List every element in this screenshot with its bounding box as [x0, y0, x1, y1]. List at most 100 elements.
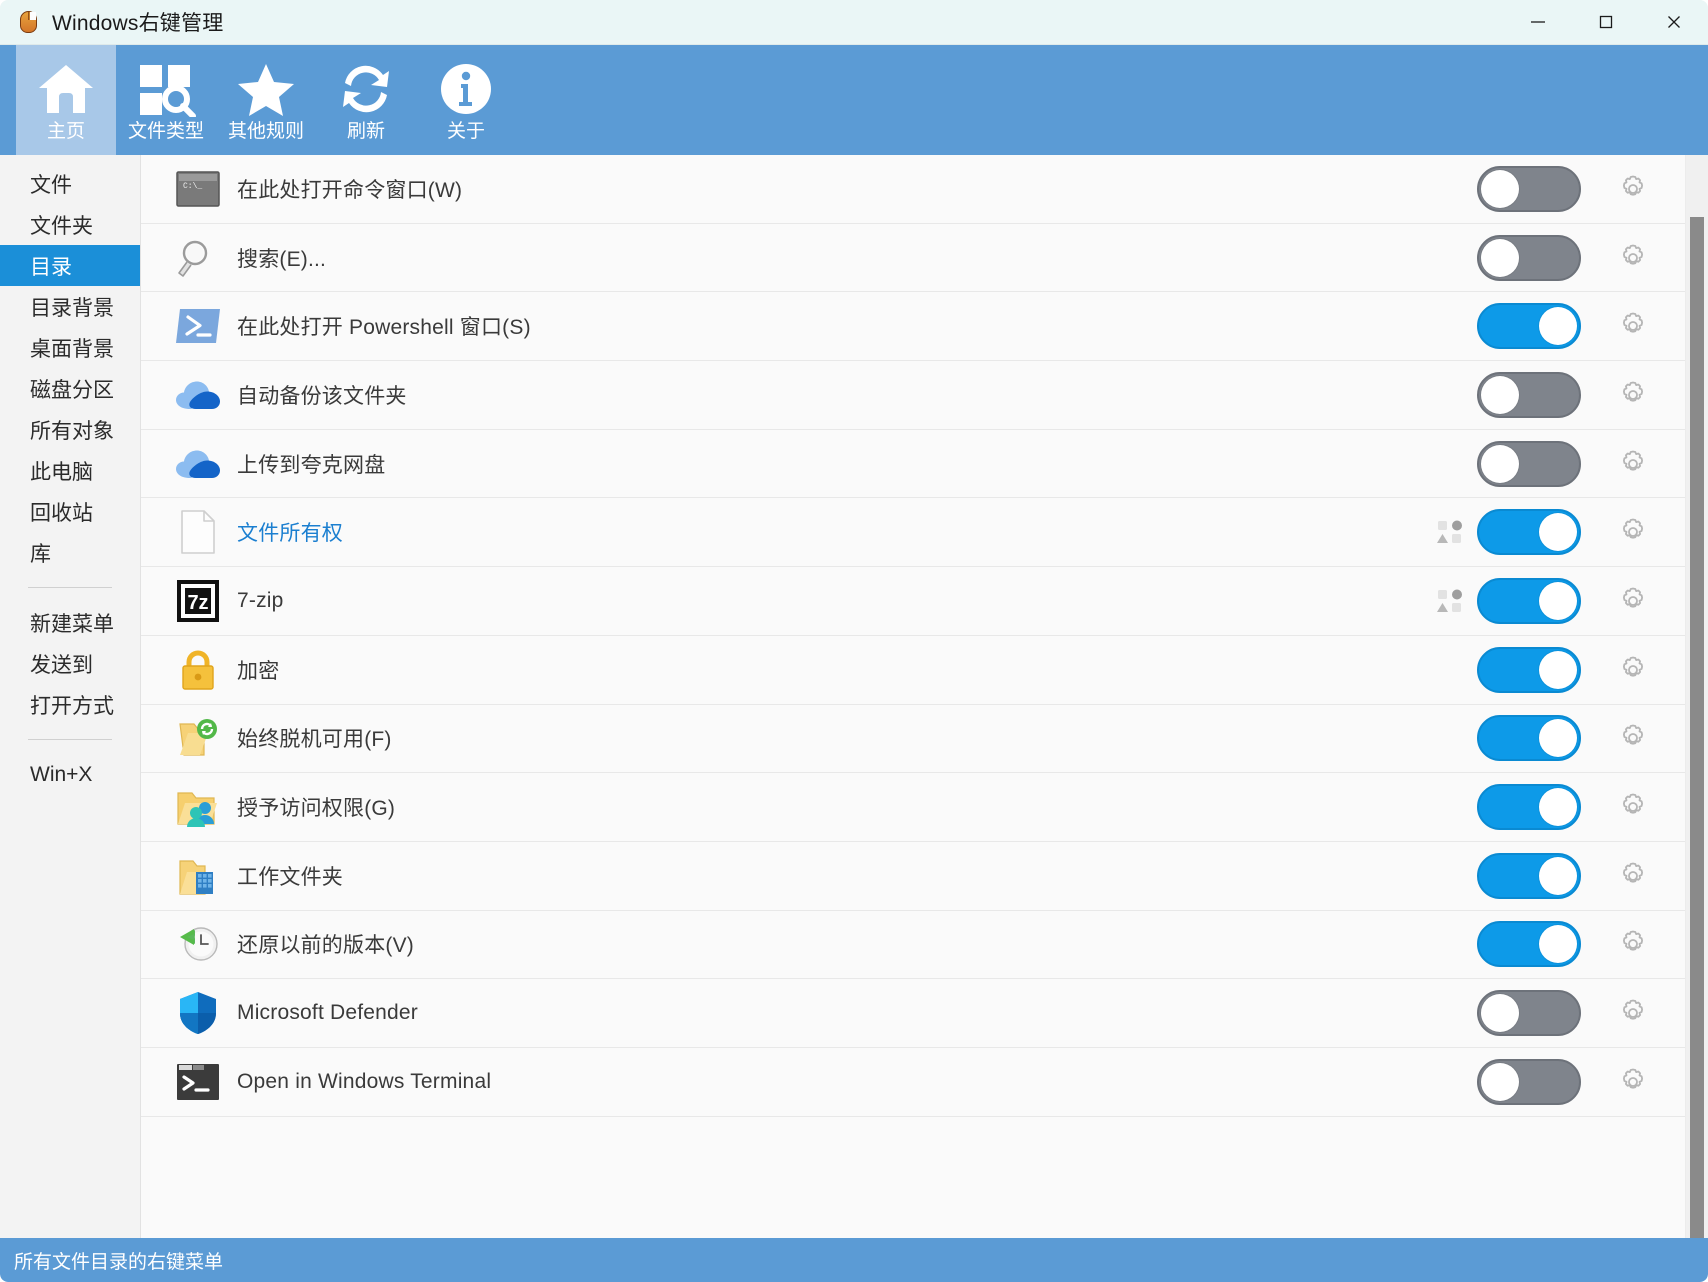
ribbon-item-label: 刷新	[346, 121, 385, 142]
row-label: 在此处打开命令窗口(W)	[237, 178, 463, 202]
sidebar-item-new-menu[interactable]: 新建菜单	[0, 602, 140, 643]
table-row[interactable]: 始终脱机可用(F)	[141, 704, 1685, 774]
sidebar: 文件 文件夹 目录 目录背景 桌面背景 磁盘分区 所有对象 此电脑 回收站 库 …	[0, 155, 140, 1238]
row-toggle[interactable]	[1477, 165, 1581, 212]
svg-text:C:\_: C:\_	[183, 182, 202, 191]
sidebar-item-directory-background[interactable]: 目录背景	[0, 286, 140, 327]
restore-clock-icon	[169, 920, 227, 968]
sidebar-item-label: 打开方式	[30, 694, 114, 718]
gear-icon[interactable]	[1605, 367, 1661, 423]
table-row[interactable]: 自动备份该文件夹	[141, 361, 1685, 430]
sidebar-item-label: 新建菜单	[30, 612, 114, 636]
sidebar-item-desktop-background[interactable]: 桌面背景	[0, 327, 140, 368]
work-folder-icon	[169, 852, 227, 900]
row-label: 工作文件夹	[237, 865, 343, 889]
row-toggle[interactable]	[1477, 234, 1581, 281]
maximize-icon[interactable]	[1572, 0, 1640, 44]
onedrive-icon	[169, 440, 227, 488]
gear-icon[interactable]	[1605, 298, 1661, 354]
window-controls	[1504, 0, 1708, 44]
refresh-icon	[337, 60, 395, 118]
row-toggle[interactable]	[1477, 440, 1581, 487]
ribbon-item-about[interactable]: 关于	[416, 45, 516, 155]
gear-icon[interactable]	[1605, 779, 1661, 835]
vertical-scrollbar[interactable]	[1685, 155, 1708, 1238]
rule-list: C:\_ 在此处打开命令窗口(W) 搜索(E)... 在此处打开 Powersh…	[141, 155, 1685, 1238]
table-row[interactable]: 搜索(E)...	[141, 223, 1685, 293]
table-row[interactable]: 工作文件夹	[141, 841, 1685, 911]
minimize-icon[interactable]	[1504, 0, 1572, 44]
gear-icon[interactable]	[1605, 985, 1661, 1041]
share-folder-icon	[169, 783, 227, 831]
row-toggle[interactable]	[1477, 577, 1581, 624]
sidebar-item-winx[interactable]: Win+X	[0, 754, 140, 795]
mouse-icon	[16, 9, 42, 35]
gear-icon[interactable]	[1605, 230, 1661, 286]
sidebar-item-directory[interactable]: 目录	[0, 245, 140, 286]
row-label: 自动备份该文件夹	[237, 384, 407, 408]
application-window: Windows右键管理 主页 文件类型 其他规则 刷新 关于 文件 文件夹 目录…	[0, 0, 1708, 1282]
sidebar-item-disk-partition[interactable]: 磁盘分区	[0, 368, 140, 409]
sidebar-item-all-objects[interactable]: 所有对象	[0, 409, 140, 450]
sidebar-item-label: 回收站	[30, 501, 93, 525]
row-toggle[interactable]	[1477, 1058, 1581, 1105]
sidebar-item-label: 所有对象	[30, 419, 114, 443]
sidebar-item-send-to[interactable]: 发送到	[0, 643, 140, 684]
onedrive-icon	[169, 371, 227, 419]
gear-icon[interactable]	[1605, 848, 1661, 904]
status-bar: 所有文件目录的右键菜单	[0, 1238, 1708, 1282]
sidebar-item-label: Win+X	[30, 762, 93, 786]
info-icon	[437, 60, 495, 118]
table-row[interactable]: 授予访问权限(G)	[141, 773, 1685, 842]
gear-icon[interactable]	[1605, 504, 1661, 560]
sidebar-item-label: 磁盘分区	[30, 378, 114, 402]
table-row[interactable]: 7z 7-zip	[141, 567, 1685, 636]
row-toggle[interactable]	[1477, 990, 1581, 1037]
row-toggle[interactable]	[1477, 852, 1581, 899]
sidebar-item-folder[interactable]: 文件夹	[0, 204, 140, 245]
sidebar-item-label: 文件	[30, 173, 72, 197]
gear-icon[interactable]	[1605, 642, 1661, 698]
ribbon-item-filetypes[interactable]: 文件类型	[116, 45, 216, 155]
table-row[interactable]: C:\_ 在此处打开命令窗口(W)	[141, 155, 1685, 224]
table-row[interactable]: 文件所有权	[141, 498, 1685, 568]
gear-icon[interactable]	[1605, 710, 1661, 766]
row-toggle[interactable]	[1477, 371, 1581, 418]
table-row[interactable]: Open in Windows Terminal	[141, 1047, 1685, 1117]
row-toggle[interactable]	[1477, 921, 1581, 968]
close-icon[interactable]	[1640, 0, 1708, 44]
sidebar-item-this-pc[interactable]: 此电脑	[0, 450, 140, 491]
ribbon-item-otherrules[interactable]: 其他规则	[216, 45, 316, 155]
star-icon	[236, 60, 296, 118]
scrollbar-thumb[interactable]	[1690, 217, 1704, 1238]
row-toggle[interactable]	[1477, 646, 1581, 693]
title-bar: Windows右键管理	[0, 0, 1708, 45]
row-toggle[interactable]	[1477, 715, 1581, 762]
home-icon	[35, 60, 97, 118]
sidebar-item-file[interactable]: 文件	[0, 163, 140, 204]
sidebar-item-recycle-bin[interactable]: 回收站	[0, 491, 140, 532]
svg-text:7z: 7z	[187, 592, 208, 614]
gear-icon[interactable]	[1605, 161, 1661, 217]
table-row[interactable]: 加密	[141, 635, 1685, 705]
row-toggle[interactable]	[1477, 509, 1581, 556]
table-row[interactable]: 在此处打开 Powershell 窗口(S)	[141, 292, 1685, 362]
sidebar-item-label: 目录背景	[30, 296, 114, 320]
ribbon-toolbar: 主页 文件类型 其他规则 刷新 关于	[0, 45, 1708, 155]
gear-icon[interactable]	[1605, 436, 1661, 492]
table-row[interactable]: 上传到夸克网盘	[141, 429, 1685, 499]
gear-icon[interactable]	[1605, 1054, 1661, 1110]
row-label: 授予访问权限(G)	[237, 797, 396, 821]
table-row[interactable]: 还原以前的版本(V)	[141, 910, 1685, 980]
sidebar-item-library[interactable]: 库	[0, 532, 140, 573]
row-toggle[interactable]	[1477, 303, 1581, 350]
ribbon-item-label: 其他规则	[227, 121, 304, 142]
gear-icon[interactable]	[1605, 573, 1661, 629]
magnifier-icon	[169, 234, 227, 282]
row-toggle[interactable]	[1477, 784, 1581, 831]
ribbon-item-home[interactable]: 主页	[16, 45, 116, 155]
gear-icon[interactable]	[1605, 916, 1661, 972]
table-row[interactable]: Microsoft Defender	[141, 979, 1685, 1048]
ribbon-item-refresh[interactable]: 刷新	[316, 45, 416, 155]
sidebar-item-open-with[interactable]: 打开方式	[0, 684, 140, 725]
